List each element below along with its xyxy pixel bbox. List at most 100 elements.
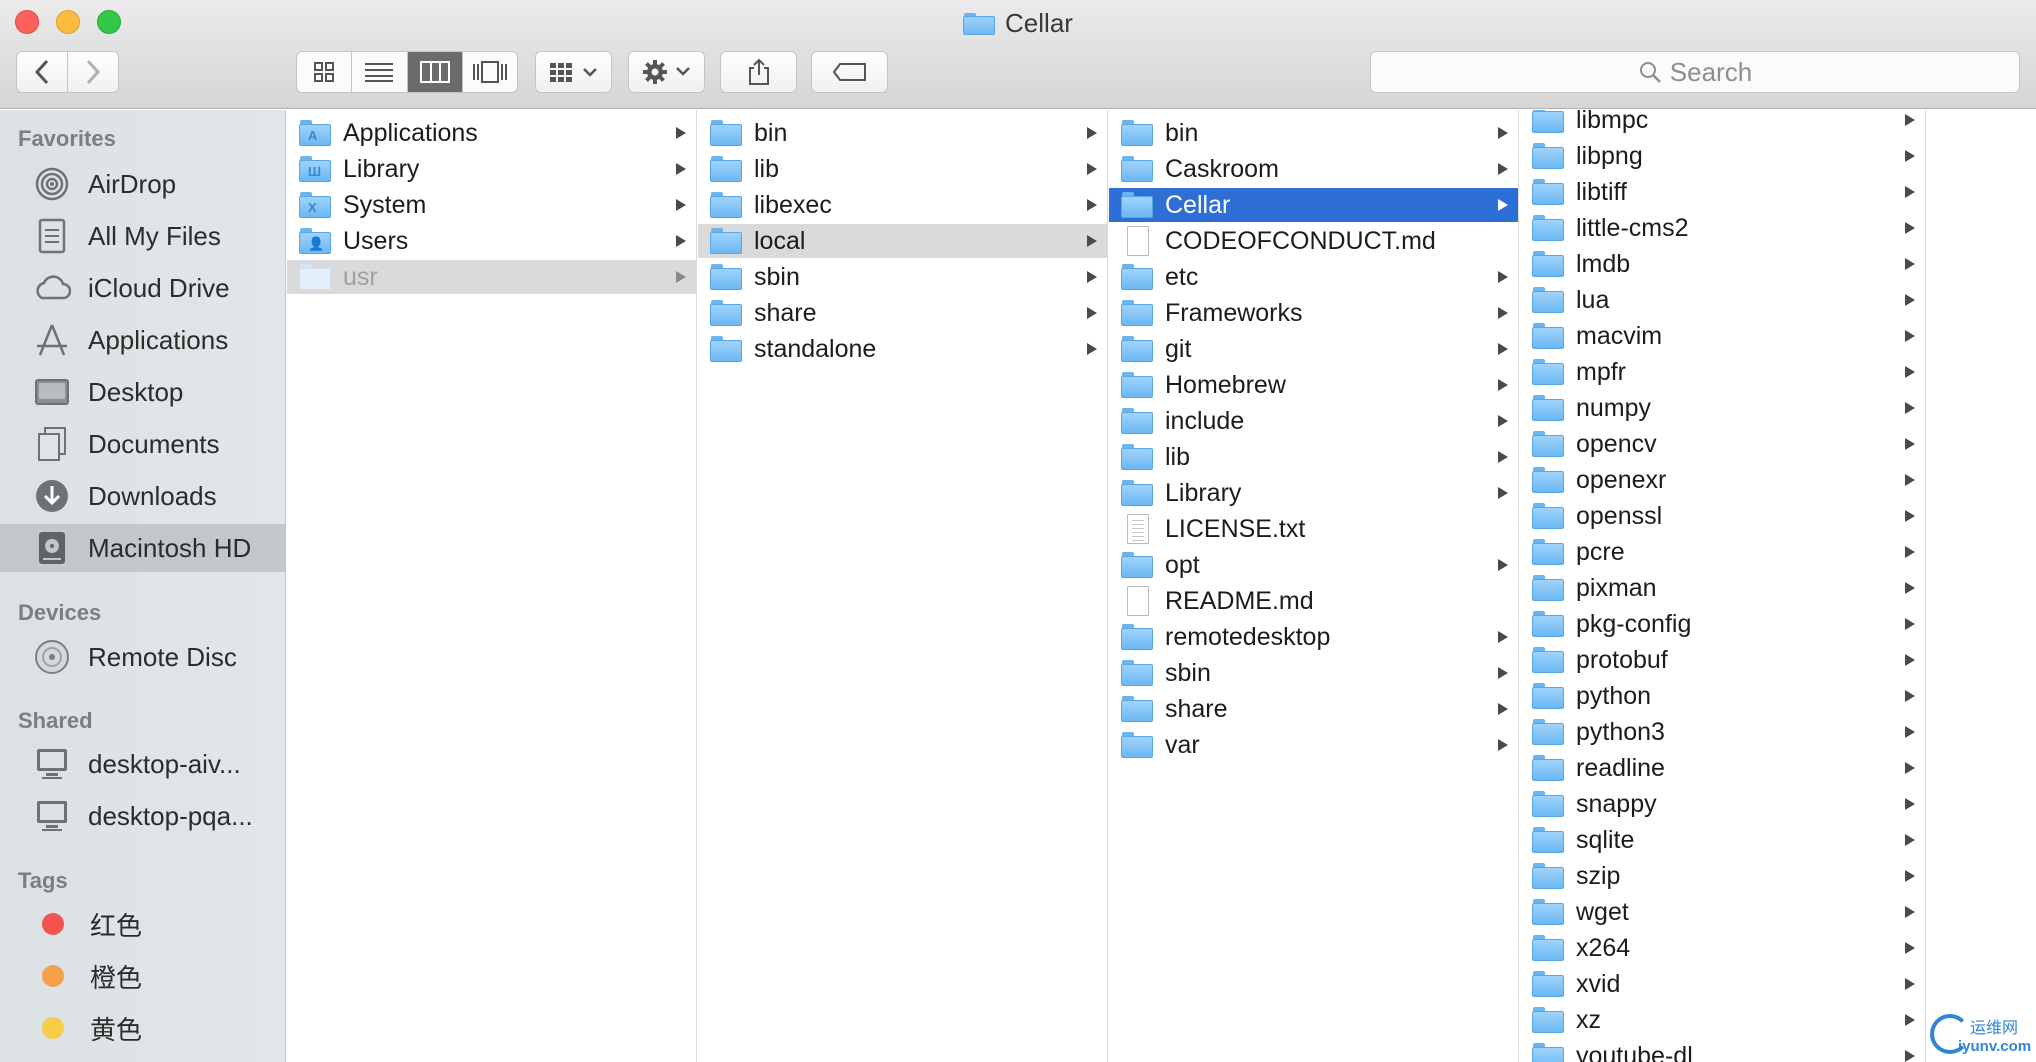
back-button[interactable] bbox=[16, 51, 68, 93]
folder-row[interactable]: libexec bbox=[698, 188, 1107, 222]
folder-row[interactable]: X System bbox=[287, 188, 696, 222]
folder-row[interactable]: libpng bbox=[1520, 139, 1925, 173]
folder-row[interactable]: Library bbox=[1109, 476, 1518, 510]
folder-row[interactable]: share bbox=[698, 296, 1107, 330]
sidebar-item-downloads[interactable]: Downloads bbox=[0, 472, 285, 520]
folder-row[interactable]: libmpc bbox=[1520, 110, 1925, 137]
folder-row[interactable]: opencv bbox=[1520, 427, 1925, 461]
folder-row[interactable]: bin bbox=[698, 116, 1107, 150]
sidebar-item-shared-computer[interactable]: desktop-pqa... bbox=[0, 792, 285, 840]
item-name: python3 bbox=[1576, 717, 1665, 746]
folder-row[interactable]: macvim bbox=[1520, 319, 1925, 353]
sidebar-item-icloud-drive[interactable]: iCloud Drive bbox=[0, 264, 285, 312]
folder-row[interactable]: var bbox=[1109, 728, 1518, 762]
search-field[interactable]: Search bbox=[1370, 51, 2020, 93]
folder-row[interactable]: pcre bbox=[1520, 535, 1925, 569]
sidebar-item-tag-red[interactable]: 红色 bbox=[0, 900, 285, 948]
sidebar-item-macintosh-hd[interactable]: Macintosh HD bbox=[0, 524, 285, 572]
folder-row[interactable]: lib bbox=[698, 152, 1107, 186]
action-button[interactable] bbox=[628, 51, 705, 93]
folder-row[interactable]: pixman bbox=[1520, 571, 1925, 605]
disclosure-arrow-icon bbox=[1905, 618, 1915, 630]
edit-tags-button[interactable] bbox=[811, 51, 888, 93]
item-name: szip bbox=[1576, 861, 1621, 890]
sidebar-item-documents[interactable]: Documents bbox=[0, 420, 285, 468]
folder-row[interactable]: lib bbox=[1109, 440, 1518, 474]
folder-row[interactable]: remotedesktop bbox=[1109, 620, 1518, 654]
file-row[interactable]: README.md bbox=[1109, 584, 1518, 618]
folder-row[interactable]: usr bbox=[287, 260, 696, 294]
file-row[interactable]: CODEOFCONDUCT.md bbox=[1109, 224, 1518, 258]
folder-icon bbox=[1121, 624, 1153, 650]
file-row[interactable]: LICENSE.txt bbox=[1109, 512, 1518, 546]
folder-row[interactable]: A Applications bbox=[287, 116, 696, 150]
sidebar-item-desktop[interactable]: Desktop bbox=[0, 368, 285, 416]
list-view-button[interactable] bbox=[352, 52, 408, 92]
folder-row[interactable]: include bbox=[1109, 404, 1518, 438]
disclosure-arrow-icon bbox=[1498, 667, 1508, 679]
sidebar-item-remote-disc[interactable]: Remote Disc bbox=[0, 633, 285, 681]
share-button[interactable] bbox=[720, 51, 797, 93]
folder-row[interactable]: openexr bbox=[1520, 463, 1925, 497]
folder-row[interactable]: sbin bbox=[1109, 656, 1518, 690]
sidebar-item-tag-yellow[interactable]: 黄色 bbox=[0, 1004, 285, 1052]
folder-row[interactable]: local bbox=[698, 224, 1107, 258]
sidebar-item-airdrop[interactable]: AirDrop bbox=[0, 160, 285, 208]
item-name: share bbox=[754, 298, 817, 327]
browser-column: bin Caskroom Cellar CODEOFCONDUCT.md etc Fram… bbox=[1109, 110, 1519, 1062]
folder-row[interactable]: Cellar bbox=[1109, 188, 1518, 222]
folder-row[interactable]: share bbox=[1109, 692, 1518, 726]
icon-view-button[interactable] bbox=[297, 52, 353, 92]
folder-row[interactable]: szip bbox=[1520, 859, 1925, 893]
folder-row[interactable]: numpy bbox=[1520, 391, 1925, 425]
folder-row[interactable]: libtiff bbox=[1520, 175, 1925, 209]
folder-row[interactable]: sbin bbox=[698, 260, 1107, 294]
arrange-button[interactable] bbox=[535, 51, 612, 93]
folder-row[interactable]: x264 bbox=[1520, 931, 1925, 965]
folder-row[interactable]: lmdb bbox=[1520, 247, 1925, 281]
folder-row[interactable]: protobuf bbox=[1520, 643, 1925, 677]
folder-icon bbox=[1121, 660, 1153, 686]
folder-row[interactable]: sqlite bbox=[1520, 823, 1925, 857]
folder-row[interactable]: lua bbox=[1520, 283, 1925, 317]
folder-row[interactable]: Ш Library bbox=[287, 152, 696, 186]
folder-row[interactable]: wget bbox=[1520, 895, 1925, 929]
folder-row[interactable]: little-cms2 bbox=[1520, 211, 1925, 245]
share-icon bbox=[748, 58, 769, 85]
folder-row[interactable]: Caskroom bbox=[1109, 152, 1518, 186]
folder-row[interactable]: xvid bbox=[1520, 967, 1925, 1001]
folder-row[interactable]: opt bbox=[1109, 548, 1518, 582]
forward-button[interactable] bbox=[67, 51, 119, 93]
folder-icon bbox=[1532, 110, 1564, 133]
item-name: lib bbox=[754, 154, 780, 183]
folder-row[interactable]: xz bbox=[1520, 1003, 1925, 1037]
folder-icon bbox=[1532, 719, 1564, 745]
item-name: little-cms2 bbox=[1576, 213, 1689, 242]
folder-row[interactable]: 👤 Users bbox=[287, 224, 696, 258]
folder-row[interactable]: pkg-config bbox=[1520, 607, 1925, 641]
folder-row[interactable]: Frameworks bbox=[1109, 296, 1518, 330]
sidebar-item-applications[interactable]: Applications bbox=[0, 316, 285, 364]
folder-row[interactable]: python bbox=[1520, 679, 1925, 713]
folder-row[interactable]: Homebrew bbox=[1109, 368, 1518, 402]
folder-row[interactable]: python3 bbox=[1520, 715, 1925, 749]
folder-icon bbox=[299, 264, 331, 290]
folder-row[interactable]: readline bbox=[1520, 751, 1925, 785]
folder-row[interactable]: snappy bbox=[1520, 787, 1925, 821]
disclosure-arrow-icon bbox=[1498, 631, 1508, 643]
folder-row[interactable]: mpfr bbox=[1520, 355, 1925, 389]
folder-row[interactable]: youtube-dl bbox=[1520, 1039, 1925, 1062]
disclosure-arrow-icon bbox=[1905, 942, 1915, 954]
folder-icon bbox=[963, 11, 996, 35]
column-view-button[interactable] bbox=[407, 52, 463, 92]
folder-row[interactable]: etc bbox=[1109, 260, 1518, 294]
folder-row[interactable]: git bbox=[1109, 332, 1518, 366]
disclosure-arrow-icon bbox=[1905, 510, 1915, 522]
cover-flow-view-button[interactable] bbox=[463, 52, 517, 92]
folder-row[interactable]: standalone bbox=[698, 332, 1107, 366]
sidebar-item-tag-orange[interactable]: 橙色 bbox=[0, 952, 285, 1000]
sidebar-item-all-my-files[interactable]: All My Files bbox=[0, 212, 285, 260]
folder-row[interactable]: bin bbox=[1109, 116, 1518, 150]
folder-row[interactable]: openssl bbox=[1520, 499, 1925, 533]
sidebar-item-shared-computer[interactable]: desktop-aiv... bbox=[0, 740, 285, 788]
